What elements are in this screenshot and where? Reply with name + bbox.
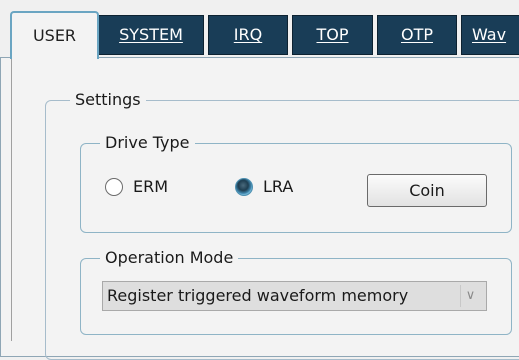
operation-mode-select[interactable]: Register triggered waveform memory ∨	[102, 281, 487, 311]
panel-divider	[11, 57, 12, 341]
radio-lra-circle[interactable]	[235, 177, 253, 196]
coin-button[interactable]: Coin	[367, 174, 487, 207]
tab-system[interactable]: SYSTEM	[98, 15, 204, 55]
radio-erm-circle[interactable]	[105, 177, 123, 196]
radio-erm-label: ERM	[133, 177, 169, 196]
tab-waveform[interactable]: Wav	[461, 15, 519, 55]
radio-lra-label: LRA	[263, 177, 294, 196]
tab-top[interactable]: TOP	[292, 15, 373, 55]
operation-mode-value: Register triggered waveform memory	[107, 286, 409, 305]
radio-lra[interactable]: LRA	[235, 177, 293, 196]
tab-strip: SYSTEM IRQ TOP OTP Wav USER	[0, 0, 519, 60]
tab-user[interactable]: USER	[10, 11, 99, 59]
operation-mode-legend: Operation Mode	[100, 247, 239, 269]
settings-legend: Settings	[70, 89, 146, 111]
tab-irq[interactable]: IRQ	[208, 15, 288, 55]
tab-otp[interactable]: OTP	[377, 15, 457, 55]
drive-type-legend: Drive Type	[100, 132, 195, 154]
radio-erm[interactable]: ERM	[105, 177, 168, 196]
chevron-down-icon[interactable]: ∨	[460, 285, 480, 307]
